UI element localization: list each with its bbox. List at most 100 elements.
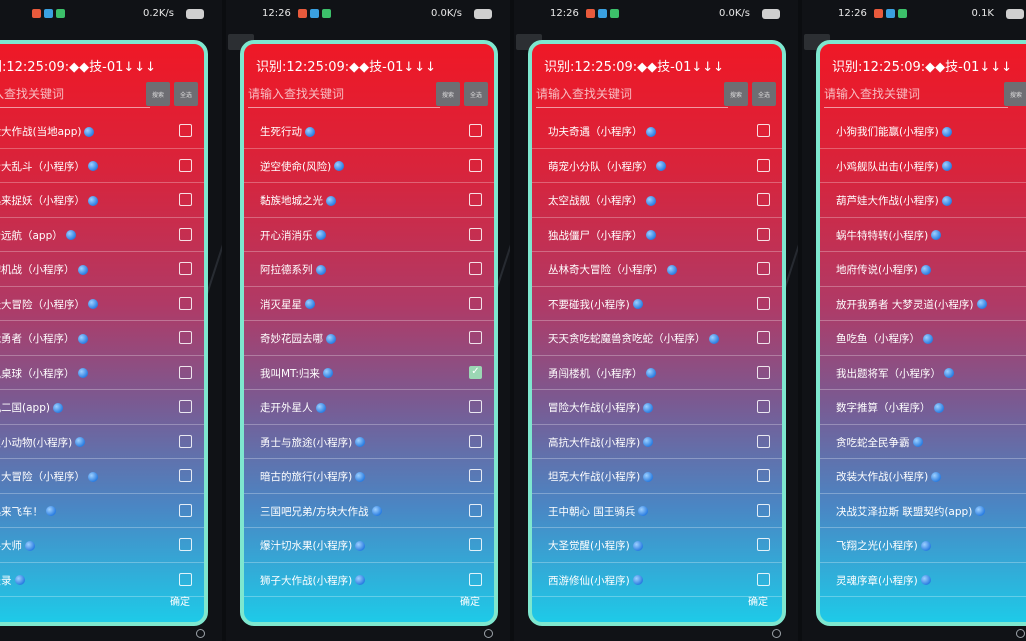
list-item[interactable]: 王中朝心 国王骑兵 (532, 494, 782, 528)
item-checkbox[interactable] (179, 503, 192, 517)
list-item[interactable]: 满冒大冒险（小程序） (0, 459, 204, 494)
item-checkbox[interactable] (757, 262, 770, 275)
list-item[interactable]: 小狗我们能赢(小程序) (820, 114, 1026, 149)
gesture-circle-icon[interactable] (1016, 629, 1025, 638)
list-item[interactable]: 爆汁切水果(小程序) (244, 528, 494, 563)
list-item[interactable]: 葫芦娃大作战(小程序) (820, 183, 1026, 218)
select-all-button[interactable]: 全选 (174, 82, 198, 106)
list-item[interactable]: 萌宠小分队（小程序） (532, 149, 782, 183)
search-button[interactable]: 搜索 (1004, 82, 1026, 106)
list-item[interactable]: 决战艾泽拉斯 联盟契约(app) (820, 494, 1026, 528)
list-item[interactable]: 生死行动 (244, 114, 494, 149)
item-checkbox[interactable] (757, 503, 770, 517)
list-item[interactable]: 数字推算（小程序） (820, 390, 1026, 425)
item-checkbox[interactable] (179, 365, 192, 379)
item-checkbox[interactable] (469, 572, 482, 586)
list-item[interactable]: 一起来飞车！ (0, 494, 204, 528)
list-item[interactable]: 鱼吃鱼（小程序） (820, 321, 1026, 356)
item-checkbox[interactable] (469, 193, 482, 206)
list-item[interactable]: 三国吧兄弟/方块大作战 (244, 494, 494, 528)
list-item[interactable]: 改装大作战(小程序) (820, 459, 1026, 494)
item-checkbox[interactable] (179, 434, 192, 448)
list-item[interactable]: 一起来捉妖（小程序） (0, 183, 204, 218)
item-checkbox[interactable] (179, 469, 192, 482)
item-checkbox[interactable] (757, 400, 770, 413)
list-item[interactable]: 灵魂序章(小程序) (820, 563, 1026, 597)
list-item[interactable]: 超能勇者（小程序） (0, 321, 204, 356)
list-item[interactable]: 我出题将军（小程序） (820, 356, 1026, 390)
confirm-button[interactable]: 确定 (170, 593, 190, 608)
item-checkbox[interactable] (469, 331, 482, 344)
item-checkbox[interactable] (179, 262, 192, 275)
item-checkbox[interactable] (179, 572, 192, 586)
list-item[interactable]: 王牌机战（小程序） (0, 252, 204, 287)
item-checkbox[interactable] (757, 572, 770, 586)
item-checkbox[interactable] (757, 124, 770, 137)
confirm-button[interactable]: 确定 (748, 593, 768, 608)
list-item[interactable]: 狮子大作战(小程序) (244, 563, 494, 597)
list-item[interactable]: 大圣觉醒(小程序) (532, 528, 782, 563)
list-item[interactable]: 飞跃大冒险（小程序） (0, 287, 204, 321)
select-all-button[interactable]: 全选 (752, 82, 776, 106)
list-item[interactable]: 功夫奇遇（小程序） (532, 114, 782, 149)
gesture-circle-icon[interactable] (484, 629, 493, 638)
item-checkbox[interactable] (469, 158, 482, 172)
list-item[interactable]: 消灭星星 (244, 287, 494, 321)
list-item[interactable]: 勇闯楼机（小程序） (532, 356, 782, 390)
list-item[interactable]: 飞翔之光(小程序) (820, 528, 1026, 563)
search-input[interactable] (824, 80, 1008, 108)
list-item[interactable]: 丛林奇大冒险（小程序） (532, 252, 782, 287)
list-item[interactable]: 语天录 (0, 563, 204, 597)
list-item[interactable]: 太空战舰（小程序） (532, 183, 782, 218)
item-checkbox[interactable] (469, 227, 482, 241)
list-item[interactable]: 放开我勇者 大梦灵道(小程序) (820, 287, 1026, 321)
item-checkbox[interactable] (179, 538, 192, 551)
item-checkbox[interactable] (179, 331, 192, 344)
item-checkbox[interactable] (469, 124, 482, 137)
search-button[interactable]: 搜索 (146, 82, 170, 106)
gesture-circle-icon[interactable] (196, 629, 205, 638)
item-checkbox[interactable] (757, 296, 770, 310)
item-checkbox[interactable] (179, 400, 192, 413)
item-checkbox[interactable] (469, 469, 482, 482)
item-checkbox[interactable] (757, 158, 770, 172)
list-item[interactable]: 蜗牛特特转(小程序) (820, 218, 1026, 252)
item-checkbox[interactable] (179, 227, 192, 241)
item-checkbox[interactable] (469, 503, 482, 517)
list-item[interactable]: 暗古的旅行(小程序) (244, 459, 494, 494)
item-checkbox[interactable] (757, 331, 770, 344)
list-item[interactable]: 小鸡舰队出击(小程序) (820, 149, 1026, 183)
list-item[interactable]: 坦克大作战(小程序) (532, 459, 782, 494)
item-checkbox[interactable] (469, 365, 482, 379)
list-item[interactable]: 走开外星人 (244, 390, 494, 425)
search-input[interactable] (0, 80, 150, 108)
list-item[interactable]: 勇士与旅途(小程序) (244, 425, 494, 459)
list-item[interactable]: 资讯桌球（小程序） (0, 356, 204, 390)
item-checkbox[interactable] (469, 400, 482, 413)
list-item[interactable]: 高抗大作战(小程序) (532, 425, 782, 459)
item-checkbox[interactable] (757, 227, 770, 241)
search-input[interactable] (536, 80, 728, 108)
item-checkbox[interactable] (179, 158, 192, 172)
item-checkbox[interactable] (757, 365, 770, 379)
list-item[interactable]: 阿拉德系列 (244, 252, 494, 287)
search-button[interactable]: 搜索 (724, 82, 748, 106)
search-input[interactable] (248, 80, 440, 108)
list-item[interactable]: 不要碰我(小程序) (532, 287, 782, 321)
item-checkbox[interactable] (757, 538, 770, 551)
list-item[interactable]: 黏族地城之光 (244, 183, 494, 218)
list-item[interactable]: 天天贪吃蛇魔兽贪吃蛇（小程序） (532, 321, 782, 356)
item-checkbox[interactable] (757, 469, 770, 482)
list-item[interactable]: 奇妙花园去哪 (244, 321, 494, 356)
item-checkbox[interactable] (757, 434, 770, 448)
list-item[interactable]: 贪吃蛇全民争霸 (820, 425, 1026, 459)
list-item[interactable]: 逆空使命(风险) (244, 149, 494, 183)
list-item[interactable]: 射手大师 (0, 528, 204, 563)
item-checkbox[interactable] (179, 193, 192, 206)
list-item[interactable]: 勇者远航（app） (0, 218, 204, 252)
list-item[interactable]: 调皮小动物(小程序) (0, 425, 204, 459)
gesture-circle-icon[interactable] (772, 629, 781, 638)
item-checkbox[interactable] (469, 262, 482, 275)
list-item[interactable]: 冒险大作战(当地app) (0, 114, 204, 149)
item-checkbox[interactable] (469, 296, 482, 310)
